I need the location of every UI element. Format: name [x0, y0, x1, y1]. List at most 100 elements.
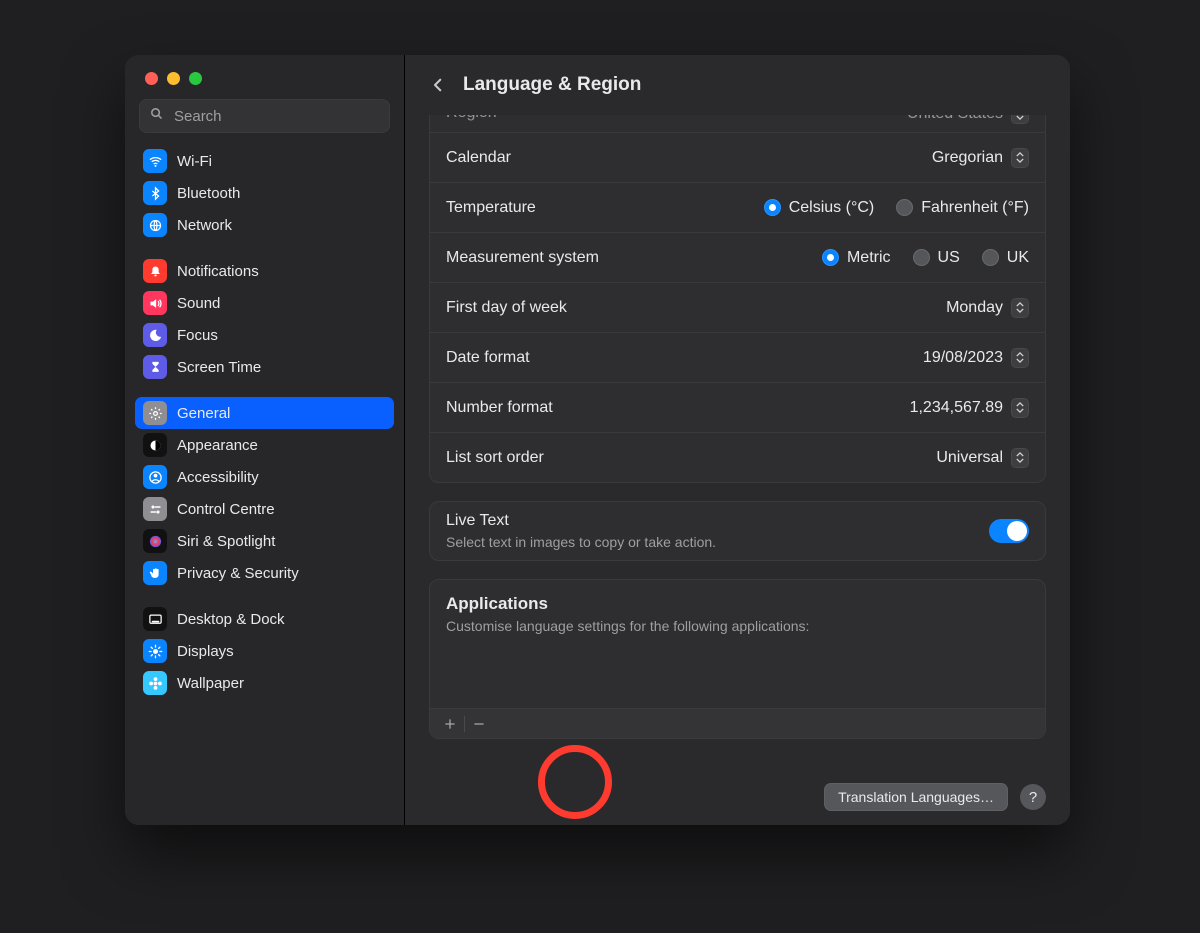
- radio-us[interactable]: US: [913, 249, 960, 267]
- dateformat-popup[interactable]: 19/08/2023: [923, 348, 1029, 368]
- applications-list: [430, 646, 1045, 708]
- sidebar-item-label: Screen Time: [177, 359, 261, 376]
- window-controls: [125, 55, 404, 85]
- sidebar-item-label: Control Centre: [177, 501, 275, 518]
- sidebar-item-general[interactable]: General: [135, 397, 394, 429]
- chevron-updown-icon: [1011, 448, 1029, 468]
- chevron-updown-icon: [1011, 398, 1029, 418]
- sidebar-item-label: Wi-Fi: [177, 153, 212, 170]
- row-label: List sort order: [446, 449, 936, 467]
- sidebar-item-bluetooth[interactable]: Bluetooth: [135, 177, 394, 209]
- region-popup[interactable]: United States: [907, 115, 1029, 124]
- speaker-icon: [143, 291, 167, 315]
- row-label: Measurement system: [446, 249, 822, 267]
- search-field[interactable]: [139, 99, 390, 133]
- row-label: Region: [446, 115, 907, 122]
- calendar-popup[interactable]: Gregorian: [932, 148, 1029, 168]
- sidebar-item-wallpaper[interactable]: Wallpaper: [135, 667, 394, 699]
- footer-bar: Translation Languages… ?: [405, 769, 1070, 825]
- live-text-toggle[interactable]: [989, 519, 1029, 543]
- dock-icon: [143, 607, 167, 631]
- live-text-title: Live Text: [446, 512, 989, 530]
- sidebar: Wi-Fi Bluetooth Network Notifications Sound F…: [125, 55, 405, 825]
- gear-icon: [143, 401, 167, 425]
- hand-icon: [143, 561, 167, 585]
- live-text-sub: Select text in images to copy or take ac…: [446, 534, 989, 550]
- sidebar-item-wi-fi[interactable]: Wi-Fi: [135, 145, 394, 177]
- back-button[interactable]: [427, 74, 449, 96]
- maximize-icon[interactable]: [189, 72, 202, 85]
- sidebar-item-desktop-dock[interactable]: Desktop & Dock: [135, 603, 394, 635]
- row-label: Number format: [446, 399, 910, 417]
- chevron-updown-icon: [1011, 348, 1029, 368]
- sidebar-item-sound[interactable]: Sound: [135, 287, 394, 319]
- sidebar-item-accessibility[interactable]: Accessibility: [135, 461, 394, 493]
- wifi-icon: [143, 149, 167, 173]
- help-button[interactable]: ?: [1020, 784, 1046, 810]
- person-icon: [143, 465, 167, 489]
- sidebar-item-label: Wallpaper: [177, 675, 244, 692]
- applications-footer: [430, 708, 1045, 738]
- sidebar-item-label: Desktop & Dock: [177, 611, 285, 628]
- remove-application-button[interactable]: [465, 713, 493, 735]
- sidebar-item-focus[interactable]: Focus: [135, 319, 394, 351]
- radio-metric[interactable]: Metric: [822, 249, 891, 267]
- sidebar-item-label: Appearance: [177, 437, 258, 454]
- listsort-popup[interactable]: Universal: [936, 448, 1029, 468]
- applications-title: Applications: [446, 594, 1029, 614]
- sidebar-item-label: Accessibility: [177, 469, 259, 486]
- sidebar-item-label: General: [177, 405, 230, 422]
- system-settings-window: Wi-Fi Bluetooth Network Notifications Sound F…: [125, 55, 1070, 825]
- chevron-updown-icon: [1011, 148, 1029, 168]
- row-label: Calendar: [446, 149, 932, 167]
- close-icon[interactable]: [145, 72, 158, 85]
- sidebar-item-label: Privacy & Security: [177, 565, 299, 582]
- sidebar-nav: Wi-Fi Bluetooth Network Notifications Sound F…: [125, 143, 404, 825]
- switches-icon: [143, 497, 167, 521]
- search-input[interactable]: [172, 107, 380, 126]
- sidebar-item-label: Network: [177, 217, 232, 234]
- chevron-updown-icon: [1011, 115, 1029, 124]
- row-label: First day of week: [446, 299, 946, 317]
- radio-celsius[interactable]: Celsius (°C): [764, 199, 875, 217]
- sidebar-item-network[interactable]: Network: [135, 209, 394, 241]
- radio-uk[interactable]: UK: [982, 249, 1029, 267]
- region-settings-card: Region United States Calendar Gregorian …: [429, 115, 1046, 483]
- temperature-radio-group: Celsius (°C) Fahrenheit (°F): [764, 199, 1029, 217]
- row-label: Temperature: [446, 199, 764, 217]
- moon-icon: [143, 323, 167, 347]
- sidebar-item-siri-spotlight[interactable]: Siri & Spotlight: [135, 525, 394, 557]
- translation-languages-button[interactable]: Translation Languages…: [824, 783, 1008, 811]
- main-panel: Language & Region Region United States C…: [405, 55, 1070, 825]
- header: Language & Region: [405, 55, 1070, 115]
- row-label: Date format: [446, 349, 923, 367]
- live-text-card: Live Text Select text in images to copy …: [429, 501, 1046, 561]
- sidebar-item-label: Sound: [177, 295, 220, 312]
- sidebar-item-label: Displays: [177, 643, 234, 660]
- sidebar-item-notifications[interactable]: Notifications: [135, 255, 394, 287]
- flower-icon: [143, 671, 167, 695]
- content-scroll[interactable]: Region United States Calendar Gregorian …: [405, 115, 1070, 825]
- bluetooth-icon: [143, 181, 167, 205]
- siri-icon: [143, 529, 167, 553]
- sidebar-item-label: Siri & Spotlight: [177, 533, 275, 550]
- add-application-button[interactable]: [436, 713, 464, 735]
- minus-icon: [472, 717, 486, 731]
- radio-fahrenheit[interactable]: Fahrenheit (°F): [896, 199, 1029, 217]
- sidebar-item-appearance[interactable]: Appearance: [135, 429, 394, 461]
- sidebar-item-privacy-security[interactable]: Privacy & Security: [135, 557, 394, 589]
- sidebar-item-screen-time[interactable]: Screen Time: [135, 351, 394, 383]
- sidebar-item-label: Focus: [177, 327, 218, 344]
- chevron-updown-icon: [1011, 298, 1029, 318]
- bell-icon: [143, 259, 167, 283]
- sidebar-item-label: Bluetooth: [177, 185, 240, 202]
- page-title: Language & Region: [463, 74, 641, 96]
- numberformat-popup[interactable]: 1,234,567.89: [910, 398, 1029, 418]
- firstday-popup[interactable]: Monday: [946, 298, 1029, 318]
- applications-card: Applications Customise language settings…: [429, 579, 1046, 739]
- minimize-icon[interactable]: [167, 72, 180, 85]
- sidebar-item-control-centre[interactable]: Control Centre: [135, 493, 394, 525]
- hourglass-icon: [143, 355, 167, 379]
- sidebar-item-displays[interactable]: Displays: [135, 635, 394, 667]
- globe-icon: [143, 213, 167, 237]
